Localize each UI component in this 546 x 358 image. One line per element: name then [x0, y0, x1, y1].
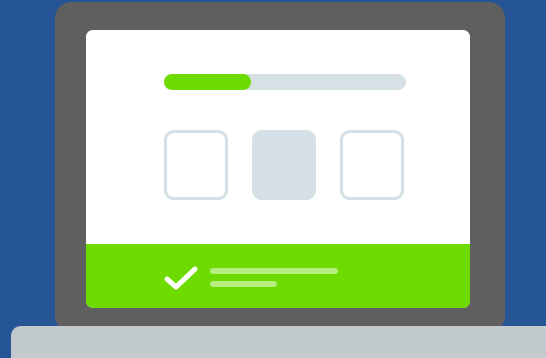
progress-bar-fill — [164, 74, 252, 90]
answer-option[interactable] — [252, 130, 316, 200]
illustration-background — [0, 0, 546, 358]
answer-option[interactable] — [340, 130, 404, 200]
answer-option[interactable] — [164, 130, 228, 200]
check-icon-path — [164, 266, 198, 290]
progress-bar — [164, 74, 406, 90]
placeholder-text-line — [210, 281, 277, 287]
success-banner — [86, 244, 470, 308]
check-icon — [164, 266, 198, 290]
laptop-screen — [86, 30, 470, 308]
placeholder-text-line — [210, 268, 338, 274]
laptop-base — [11, 326, 546, 358]
